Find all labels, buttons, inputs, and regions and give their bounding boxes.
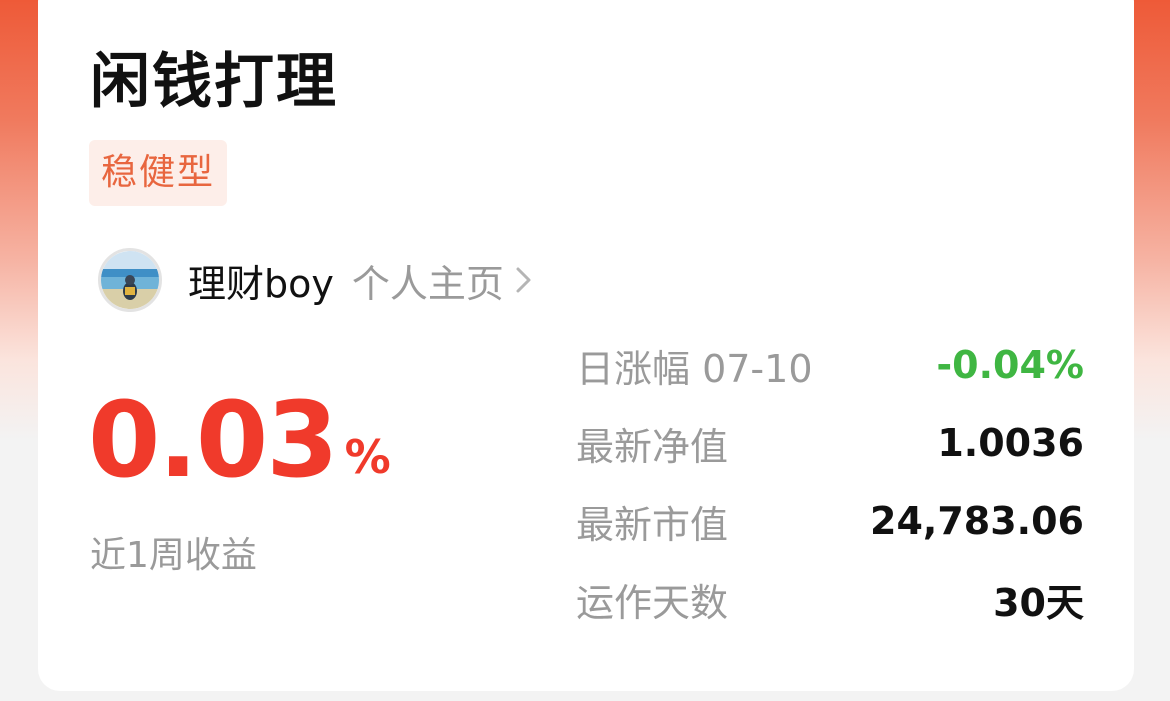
stat-row-daily-change: 日涨幅 07-10 -0.04% bbox=[576, 326, 1084, 404]
author-name[interactable]: 理财boy bbox=[188, 253, 334, 308]
daily-change-value: -0.04% bbox=[936, 343, 1084, 387]
daily-change-label: 日涨幅 07-10 bbox=[576, 346, 813, 391]
stat-row-nav: 最新净值 1.0036 bbox=[576, 404, 1084, 482]
weekly-return: 0.03 % bbox=[88, 388, 391, 492]
nav-label: 最新净值 bbox=[576, 424, 729, 469]
weekly-return-label: 近1周收益 bbox=[90, 535, 257, 576]
portfolio-card: 闲钱打理 稳健型 理财boy 个人主页 0.03 % 近1周收益 日涨幅 07-… bbox=[38, 0, 1134, 691]
stat-row-market-value: 最新市值 24,783.06 bbox=[576, 482, 1084, 560]
author-row[interactable]: 理财boy 个人主页 bbox=[98, 248, 536, 312]
avatar[interactable] bbox=[98, 248, 162, 312]
weekly-return-value: 0.03 bbox=[88, 379, 339, 501]
portfolio-title: 闲钱打理 bbox=[90, 47, 338, 117]
avatar-image bbox=[101, 251, 159, 309]
nav-value: 1.0036 bbox=[937, 421, 1084, 465]
chevron-right-icon bbox=[516, 267, 531, 293]
running-days-label: 运作天数 bbox=[576, 580, 729, 625]
profile-link[interactable]: 个人主页 bbox=[352, 253, 536, 308]
risk-tag: 稳健型 bbox=[89, 140, 227, 206]
profile-link-label: 个人主页 bbox=[351, 261, 504, 306]
market-value-value: 24,783.06 bbox=[870, 499, 1084, 543]
stat-row-running-days: 运作天数 30天 bbox=[576, 560, 1084, 638]
weekly-return-unit: % bbox=[344, 430, 391, 484]
running-days-value: 30天 bbox=[993, 580, 1084, 625]
stats-list: 日涨幅 07-10 -0.04% 最新净值 1.0036 最新市值 24,783… bbox=[576, 326, 1084, 638]
market-value-label: 最新市值 bbox=[576, 502, 729, 547]
